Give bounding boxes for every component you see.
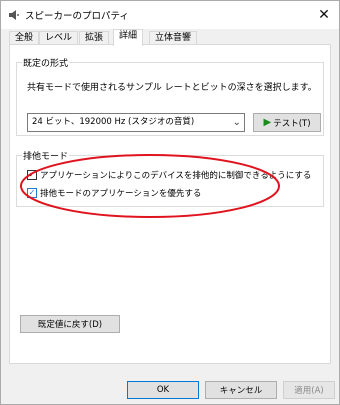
window-title: スピーカーのプロパティ xyxy=(25,11,129,22)
default-format-description: 共有モードで使用されるサンプル レートとビットの深さを選択します。 xyxy=(27,83,317,93)
exclusive-mode-heading: 排他モード xyxy=(22,149,70,162)
sample-rate-dropdown[interactable]: 24 ビット、192000 Hz (スタジオの音質) ⌄ xyxy=(27,113,245,132)
play-icon: ▶ xyxy=(263,117,272,128)
test-button[interactable]: ▶ テスト(T) xyxy=(253,113,321,132)
priority-exclusive-label: 排他モードのアプリケーションを優先する xyxy=(40,189,202,199)
allow-exclusive-checkbox[interactable]: ✓ xyxy=(27,170,37,180)
speaker-icon xyxy=(8,9,20,21)
tab-enhancements[interactable]: 拡張 xyxy=(79,31,110,45)
allow-exclusive-label: アプリケーションによりこのデバイスを排他的に制御できるようにする xyxy=(40,171,312,181)
ok-button[interactable]: OK xyxy=(127,381,199,399)
tab-levels[interactable]: レベル xyxy=(39,31,79,45)
chevron-down-icon: ⌄ xyxy=(232,117,241,128)
title-bar: スピーカーのプロパティ ✕ xyxy=(1,1,339,29)
priority-exclusive-checkbox[interactable]: ✓ xyxy=(27,188,37,198)
allow-exclusive-checkbox-row[interactable]: ✓ アプリケーションによりこのデバイスを排他的に制御できるようにする xyxy=(27,169,311,181)
dropdown-value: 24 ビット、192000 Hz (スタジオの音質) xyxy=(32,117,195,127)
exclusive-mode-group: 排他モード ✓ アプリケーションによりこのデバイスを排他的に制御できるようにする… xyxy=(16,149,324,207)
test-button-label: テスト(T) xyxy=(273,118,311,129)
tab-general[interactable]: 全般 xyxy=(9,31,40,45)
default-format-heading: 既定の形式 xyxy=(22,56,70,69)
properties-dialog: スピーカーのプロパティ ✕ 全般 レベル 拡張 詳細 立体音響 既定の形式 共有… xyxy=(0,0,340,405)
cancel-button[interactable]: キャンセル xyxy=(205,381,277,399)
default-format-group: 既定の形式 共有モードで使用されるサンプル レートとビットの深さを選択します。 … xyxy=(16,56,324,136)
tab-advanced[interactable]: 詳細 xyxy=(113,29,144,46)
tab-strip: 全般 レベル 拡張 詳細 立体音響 xyxy=(9,29,329,46)
apply-button[interactable]: 適用(A) xyxy=(283,381,335,399)
close-button[interactable]: ✕ xyxy=(313,4,335,26)
restore-defaults-button[interactable]: 既定値に戻す(D) xyxy=(20,315,120,333)
tab-spatial-sound[interactable]: 立体音響 xyxy=(149,31,198,45)
priority-exclusive-checkbox-row[interactable]: ✓ 排他モードのアプリケーションを優先する xyxy=(27,187,201,199)
advanced-panel: 既定の形式 共有モードで使用されるサンプル レートとビットの深さを選択します。 … xyxy=(9,44,331,364)
